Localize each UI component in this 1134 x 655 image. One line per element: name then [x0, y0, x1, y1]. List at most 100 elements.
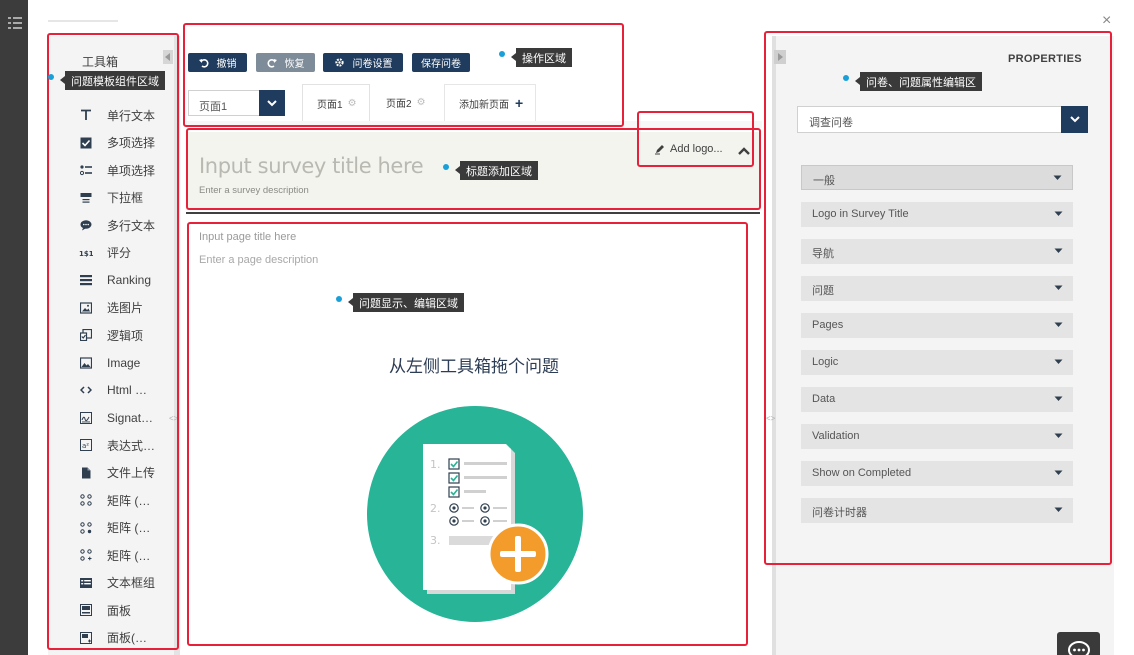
- tab-add-page[interactable]: 添加新页面 +: [444, 84, 536, 121]
- collapse-toolbox-icon[interactable]: [163, 50, 173, 64]
- chevron-up-icon[interactable]: [737, 145, 751, 157]
- toolbox-item-image[interactable]: Image: [48, 350, 174, 376]
- property-section-label: Validation: [812, 430, 860, 442]
- tab-page-2[interactable]: 页面2 ⚙: [372, 84, 440, 121]
- toolbox-item-label: 矩阵 (…: [107, 521, 151, 535]
- splitter-handle-right[interactable]: <>: [766, 414, 775, 423]
- toolbox-item-matrix-dynamic[interactable]: 矩阵 (…: [48, 542, 174, 568]
- signature-icon: [79, 411, 93, 425]
- property-section[interactable]: 问题: [801, 276, 1073, 301]
- add-logo-button[interactable]: Add logo...: [654, 143, 723, 155]
- menu-icon: [8, 17, 22, 29]
- toolbox-item-dropdown[interactable]: 下拉框: [48, 185, 174, 211]
- chevron-down-icon: [1054, 470, 1063, 475]
- toolbox-item-panel[interactable]: 面板: [48, 597, 174, 623]
- toolbox-item-imagepicker[interactable]: 选图片: [48, 295, 174, 321]
- chevron-down-icon: [1054, 396, 1063, 401]
- property-section[interactable]: Data: [801, 387, 1073, 412]
- chevron-down-icon[interactable]: [259, 90, 285, 116]
- survey-title-input[interactable]: Input survey title here: [199, 154, 424, 178]
- chevron-down-icon: [1054, 433, 1063, 438]
- html-icon: [79, 383, 93, 397]
- dropdown-icon: [79, 191, 93, 205]
- property-section[interactable]: Show on Completed: [801, 461, 1073, 486]
- property-section[interactable]: 一般: [801, 165, 1073, 190]
- chevron-down-icon: [1054, 507, 1063, 512]
- page-2-gear-icon[interactable]: ⚙: [417, 97, 426, 108]
- radiogroup-icon: [79, 163, 93, 177]
- page-selector-value: 页面1: [199, 101, 228, 113]
- property-section-label: 问题: [812, 285, 834, 297]
- toolbox-item-checkbox[interactable]: 多项选择: [48, 130, 174, 156]
- property-section-label: Logic: [812, 356, 839, 368]
- tab-page-1-label: 页面1: [317, 99, 343, 111]
- toolbox-item-multipletext[interactable]: 文本框组: [48, 570, 174, 596]
- collapse-properties-icon[interactable]: [774, 50, 786, 64]
- panel-icon: [79, 603, 93, 617]
- annotation-title-area: 标题添加区域: [455, 161, 538, 180]
- comment-icon: [79, 218, 93, 232]
- image-icon: [79, 356, 93, 370]
- boolean-icon: [79, 328, 93, 342]
- page-selector[interactable]: 页面1: [188, 90, 285, 116]
- close-icon[interactable]: ×: [1102, 12, 1111, 30]
- chat-widget-button[interactable]: [1057, 632, 1100, 655]
- redo-button[interactable]: 恢复: [256, 53, 315, 72]
- undo-button[interactable]: 撤销: [188, 53, 247, 72]
- toolbox-item-file[interactable]: 文件上传: [48, 460, 174, 486]
- page-1-gear-icon[interactable]: ⚙: [348, 98, 357, 109]
- property-section[interactable]: 导航: [801, 239, 1073, 264]
- object-selector-value: 调查问卷: [809, 117, 853, 129]
- property-section[interactable]: Pages: [801, 313, 1073, 338]
- checkbox-icon: [79, 136, 93, 150]
- toolbox-item-label: 单项选择: [107, 163, 156, 178]
- toolbox-title: 工具箱: [82, 55, 119, 69]
- toolbox-item-label: 矩阵 (…: [107, 548, 151, 563]
- properties-scrollbar[interactable]: [772, 36, 776, 655]
- page-title-input[interactable]: Input page title here: [199, 231, 296, 243]
- property-section[interactable]: Logo in Survey Title: [801, 202, 1073, 227]
- add-page-label: 添加新页面: [459, 99, 509, 111]
- toolbox-item-label: 矩阵 (…: [107, 493, 151, 508]
- survey-description-input[interactable]: Enter a survey description: [199, 185, 309, 196]
- toolbox-item-text[interactable]: 单行文本: [48, 102, 174, 128]
- toolbox-item-comment[interactable]: 多行文本: [48, 212, 174, 238]
- annotation-dot: [48, 74, 54, 80]
- property-section[interactable]: Logic: [801, 350, 1073, 375]
- tab-page-1[interactable]: 页面1 ⚙: [302, 84, 370, 121]
- gear-icon: [334, 57, 345, 68]
- tab-page-2-label: 页面2: [386, 99, 412, 110]
- toolbox-item-paneldynamic[interactable]: 面板(…: [48, 625, 174, 651]
- toolbox-item-label: 逻辑项: [107, 328, 144, 343]
- properties-title: PROPERTIES: [1008, 53, 1082, 65]
- survey-settings-button[interactable]: 问卷设置: [323, 53, 403, 72]
- chevron-down-icon[interactable]: [1061, 106, 1088, 133]
- property-section-label: Logo in Survey Title: [812, 208, 909, 220]
- annotation-dot: [843, 75, 849, 81]
- property-section[interactable]: 问卷计时器: [801, 498, 1073, 523]
- splitter-handle-left[interactable]: <>: [169, 414, 178, 423]
- toolbox-item-matrix[interactable]: 矩阵 (…: [48, 487, 174, 513]
- toolbox-item-label: 多项选择: [107, 136, 156, 150]
- annotation-question-area: 问题显示、编辑区域: [348, 293, 464, 312]
- toolbox-item-label: 单行文本: [107, 108, 156, 123]
- toolbox-item-ranking[interactable]: Ranking: [48, 267, 174, 293]
- toolbox-item-label: 选图片: [107, 301, 144, 315]
- annotation-toolbar: 操作区域: [511, 48, 572, 67]
- toolbox-item-label: 下拉框: [107, 191, 144, 205]
- toolbox-item-label: 面板(…: [107, 631, 147, 645]
- toolbox-item-html[interactable]: Html …: [48, 377, 174, 403]
- object-selector[interactable]: 调查问卷: [797, 106, 1088, 133]
- page-description-input[interactable]: Enter a page description: [199, 254, 318, 266]
- multipletext-icon: [79, 576, 93, 590]
- property-section[interactable]: Validation: [801, 424, 1073, 449]
- toolbox-item-matrix-dropdown[interactable]: 矩阵 (…: [48, 515, 174, 541]
- toolbox-item-signature[interactable]: Signat…: [48, 405, 174, 431]
- save-survey-button[interactable]: 保存问卷: [412, 53, 470, 72]
- add-question-illustration[interactable]: 1. 2. 3.: [367, 406, 583, 622]
- property-section-label: Data: [812, 393, 836, 405]
- toolbox-item-boolean[interactable]: 逻辑项: [48, 322, 174, 348]
- toolbox-item-rating[interactable]: 1$1 评分: [48, 240, 174, 266]
- toolbox-item-radiogroup[interactable]: 单项选择: [48, 157, 174, 183]
- toolbox-item-expression[interactable]: a² 表达式…: [48, 432, 174, 458]
